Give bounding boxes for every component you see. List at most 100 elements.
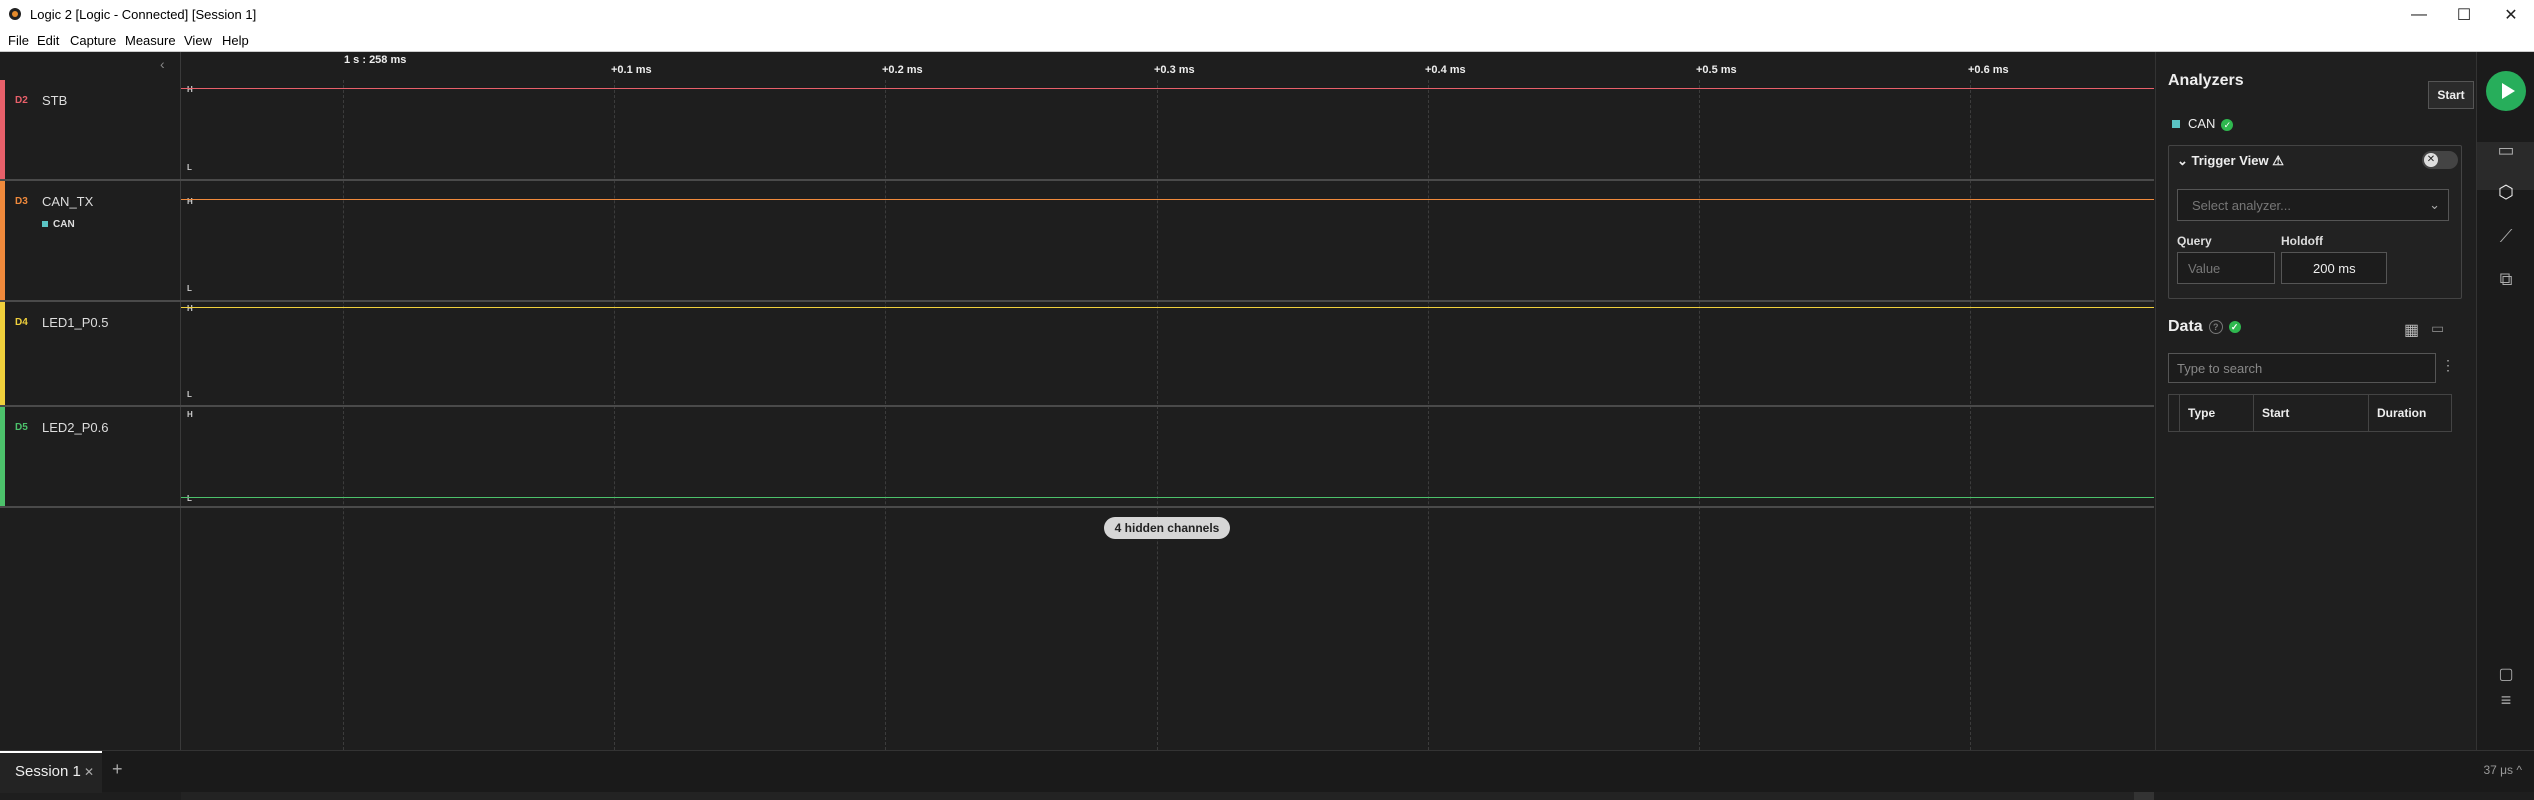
channel-color-bar (0, 302, 5, 405)
tab-label: Session 1 (15, 763, 81, 780)
level-low-label: L (187, 494, 192, 503)
menu-file[interactable]: File (8, 33, 29, 48)
title-bar: Logic 2 [Logic - Connected] [Session 1] … (0, 0, 2534, 30)
channel-id: D5 (15, 422, 28, 433)
analyzer-select[interactable]: Select analyzer... ⌄ (2177, 189, 2449, 221)
column-start[interactable]: Start (2253, 395, 2368, 431)
table-column-spacer (2169, 395, 2179, 431)
analyzer-tag[interactable]: CAN (42, 219, 75, 230)
table-view-icon[interactable]: ▦ (2404, 320, 2419, 340)
query-input[interactable]: Value (2177, 252, 2275, 284)
horizontal-scrollbar[interactable] (181, 792, 2154, 800)
waveform-area[interactable]: ‹ 1 s : 258 ms +0.1 ms +0.2 ms +0.3 ms +… (0, 52, 2154, 800)
time-tick: +0.6 ms (1968, 64, 2009, 76)
menu-measure[interactable]: Measure (125, 33, 176, 48)
time-origin-label: 1 s : 258 ms (344, 54, 407, 66)
menu-icon[interactable]: ≡ (2493, 690, 2519, 710)
channel-name[interactable]: LED2_P0.6 (42, 420, 109, 435)
help-icon[interactable]: ? (2208, 319, 2223, 334)
trigger-view-box: ⌄ Trigger View ⚠ ✕ Select analyzer... ⌄ … (2168, 145, 2462, 299)
bottom-bar: Session 1 ✕ + 37 μs ^ (0, 750, 2534, 793)
channel-row-d2[interactable]: D2 STB H L (0, 80, 2154, 181)
data-title: Data (2168, 318, 2203, 335)
right-rail: ▭ ⬡ ⟋ ⧉ ▢ ≡ (2476, 52, 2534, 750)
time-tick: +0.4 ms (1425, 64, 1466, 76)
trigger-toggle[interactable]: ✕ (2422, 151, 2458, 169)
menu-view[interactable]: View (184, 33, 212, 48)
analyzers-panel: Analyzers Start CAN ✓ ⌄ Trigger View ⚠ ✕ … (2155, 52, 2476, 750)
data-search-input[interactable]: Type to search (2168, 353, 2436, 383)
analyzer-color-icon (42, 221, 48, 227)
time-axis[interactable]: 1 s : 258 ms +0.1 ms +0.2 ms +0.3 ms +0.… (181, 52, 2154, 80)
check-icon: ✓ (2221, 118, 2234, 131)
level-high-label: H (187, 304, 193, 313)
chevron-down-icon: ⌄ (2429, 197, 2440, 212)
close-icon: ✕ (2424, 153, 2438, 167)
status-readout[interactable]: 37 μs ^ (2483, 763, 2522, 777)
channel-id: D4 (15, 317, 28, 328)
analyzer-name: CAN (2188, 116, 2216, 131)
minimize-button[interactable]: — (2396, 0, 2442, 30)
signal-waveform (181, 199, 2154, 200)
menu-edit[interactable]: Edit (37, 33, 59, 48)
time-tick: +0.2 ms (882, 64, 923, 76)
channel-row-d4[interactable]: D4 LED1_P0.5 H L (0, 302, 2154, 407)
level-low-label: L (187, 163, 192, 172)
holdoff-value: 200 ms (2313, 261, 2356, 276)
column-type[interactable]: Type (2179, 395, 2253, 431)
trigger-view-header[interactable]: ⌄ Trigger View ⚠ (2177, 153, 2284, 169)
collapse-chevron-icon[interactable]: ‹ (160, 56, 165, 72)
check-icon: ✓ (2228, 320, 2241, 333)
scrollbar-thumb[interactable] (2134, 792, 2154, 800)
menu-help[interactable]: Help (222, 33, 249, 48)
channel-name[interactable]: LED1_P0.5 (42, 315, 109, 330)
add-tab-button[interactable]: + (112, 759, 123, 780)
more-options-icon[interactable]: ⋮ (2441, 357, 2455, 374)
analyzers-icon[interactable]: ⬡ (2493, 182, 2519, 202)
data-section-title: Data? ✓ (2168, 318, 2241, 336)
select-placeholder: Select analyzer... (2192, 198, 2291, 213)
channel-name[interactable]: CAN_TX (42, 194, 93, 209)
search-placeholder: Type to search (2177, 361, 2263, 376)
channel-row-d5[interactable]: D5 LED2_P0.6 H L (0, 407, 2154, 508)
channel-id: D3 (15, 196, 28, 207)
holdoff-input[interactable]: 200 ms (2281, 252, 2387, 284)
column-duration[interactable]: Duration (2368, 395, 2449, 431)
extensions-icon[interactable]: ⧉ (2493, 269, 2519, 289)
close-button[interactable]: ✕ (2488, 0, 2534, 30)
channel-row-d3[interactable]: D3 CAN_TX CAN H L (0, 181, 2154, 302)
channel-color-bar (0, 80, 5, 179)
menu-capture[interactable]: Capture (70, 33, 116, 48)
signal-waveform (181, 88, 2154, 89)
terminal-view-icon[interactable]: ▭ (2431, 320, 2444, 337)
tab-session-1[interactable]: Session 1 ✕ (0, 751, 102, 793)
chevron-down-icon: ⌄ (2177, 153, 2192, 168)
holdoff-label: Holdoff (2281, 234, 2323, 248)
signal-waveform (181, 307, 2154, 308)
level-high-label: H (187, 85, 193, 94)
analyzer-item-can[interactable]: CAN ✓ (2172, 116, 2234, 131)
menu-bar: File Edit Capture Measure View Help (0, 30, 2534, 52)
level-high-label: H (187, 410, 193, 419)
start-capture-button[interactable] (2486, 71, 2526, 111)
channel-color-bar (0, 181, 5, 300)
level-low-label: L (187, 390, 192, 399)
channel-color-bar (0, 407, 5, 506)
close-tab-icon[interactable]: ✕ (84, 765, 94, 779)
level-low-label: L (187, 284, 192, 293)
window-title: Logic 2 [Logic - Connected] [Session 1] (30, 7, 257, 22)
device-icon[interactable]: ▭ (2493, 140, 2519, 160)
app-logo-icon (9, 8, 21, 20)
hidden-channels-button[interactable]: 4 hidden channels (1104, 517, 1230, 539)
warning-icon: ⚠ (2268, 153, 2284, 168)
panel-title: Analyzers (2168, 72, 2244, 89)
trigger-view-title: Trigger View (2191, 153, 2269, 168)
channel-id: D2 (15, 95, 28, 106)
data-table-header: Type Start Duration (2168, 394, 2452, 432)
analyzer-tag-label: CAN (53, 219, 75, 230)
measure-icon[interactable]: ⟋ (2493, 226, 2519, 246)
feedback-icon[interactable]: ▢ (2493, 664, 2519, 684)
channel-name[interactable]: STB (42, 93, 67, 108)
start-tooltip: Start (2428, 81, 2474, 109)
maximize-button[interactable]: ☐ (2441, 0, 2487, 30)
